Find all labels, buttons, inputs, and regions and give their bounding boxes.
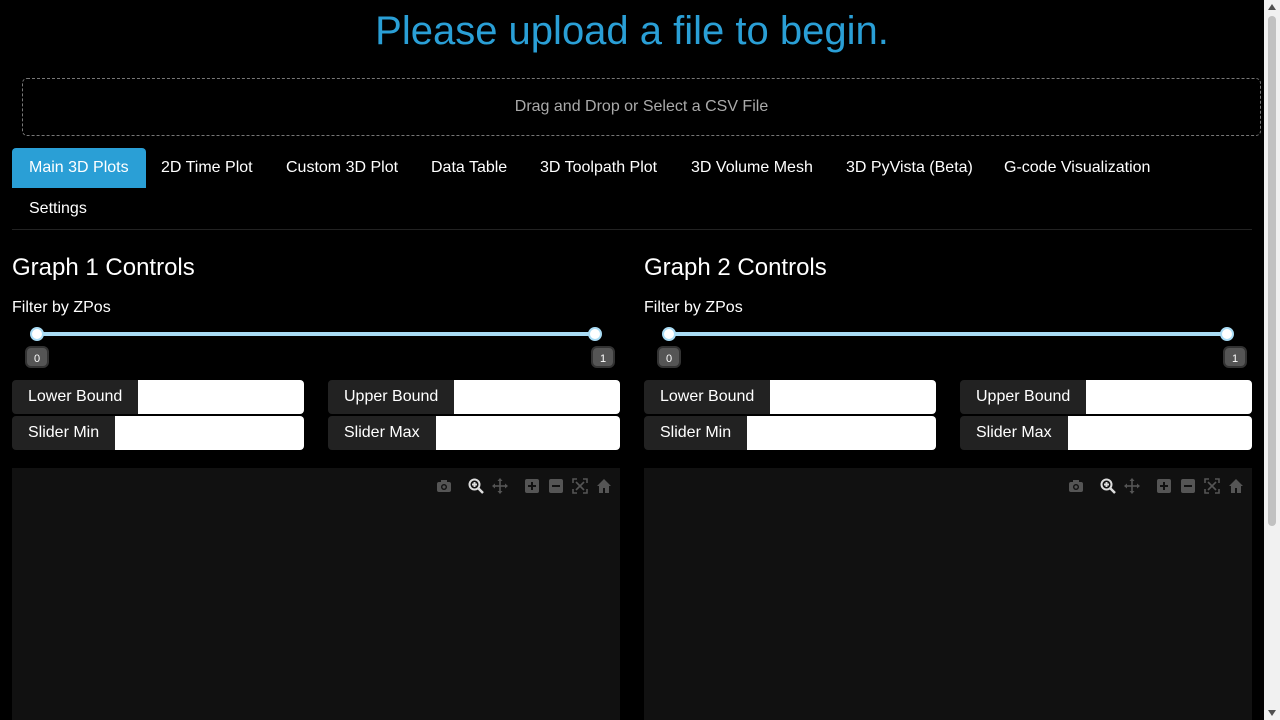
camera-icon[interactable]: [434, 476, 454, 496]
graph1-modebar: [434, 476, 614, 496]
graph1-upper-bound-group: Upper Bound: [328, 380, 620, 414]
upper-bound-label: Upper Bound: [960, 380, 1087, 414]
autoscale-icon[interactable]: [1202, 476, 1222, 496]
graph1-lower-bound-group: Lower Bound: [12, 380, 304, 414]
graph2-modebar: [1066, 476, 1246, 496]
tab-3d-toolpath-plot[interactable]: 3D Toolpath Plot: [523, 148, 674, 188]
slider-handle-high[interactable]: [1220, 327, 1234, 341]
zoom-in-icon[interactable]: [1154, 476, 1174, 496]
tab-main-3d-plots[interactable]: Main 3D Plots: [12, 148, 146, 188]
tab-divider: [12, 229, 1252, 230]
slider-min-label: Slider Min: [644, 416, 748, 450]
page-scrollbar[interactable]: [1264, 0, 1280, 720]
graph2-zpos-slider[interactable]: 0 1: [657, 322, 1247, 368]
slider-max-label: Slider Max: [960, 416, 1068, 450]
slider-tooltip-low: 0: [657, 346, 681, 368]
slider-min-label: Slider Min: [12, 416, 116, 450]
graph1-filter-label: Filter by ZPos: [12, 299, 111, 316]
graph1-upper-bound-input[interactable]: [454, 380, 620, 414]
graph2-upper-bound-input[interactable]: [1086, 380, 1252, 414]
autoscale-icon[interactable]: [570, 476, 590, 496]
graph1-plot[interactable]: [12, 468, 620, 720]
graph1-zpos-slider[interactable]: 0 1: [25, 322, 615, 368]
graph2-slider-max-input[interactable]: [1067, 416, 1252, 450]
graph2-plot[interactable]: [644, 468, 1252, 720]
slider-handle-high[interactable]: [588, 327, 602, 341]
graph2-heading: Graph 2 Controls: [644, 254, 827, 281]
scroll-down-icon[interactable]: [1264, 706, 1280, 720]
zoom-out-icon[interactable]: [1178, 476, 1198, 496]
graph2-lower-bound-group: Lower Bound: [644, 380, 936, 414]
graph1-slider-max-group: Slider Max: [328, 416, 620, 450]
slider-max-label: Slider Max: [328, 416, 436, 450]
pan-icon[interactable]: [1122, 476, 1142, 496]
pan-icon[interactable]: [490, 476, 510, 496]
graph2-slider-min-input[interactable]: [747, 416, 936, 450]
slider-handle-low[interactable]: [30, 327, 44, 341]
home-icon[interactable]: [594, 476, 614, 496]
slider-handle-low[interactable]: [662, 327, 676, 341]
zoom-out-icon[interactable]: [546, 476, 566, 496]
tab-settings[interactable]: Settings: [12, 189, 104, 229]
tab-3d-pyvista[interactable]: 3D PyVista (Beta): [829, 148, 990, 188]
home-icon[interactable]: [1226, 476, 1246, 496]
zoom-icon[interactable]: [466, 476, 486, 496]
slider-track: [36, 332, 596, 336]
lower-bound-label: Lower Bound: [12, 380, 139, 414]
graph2-filter-label: Filter by ZPos: [644, 299, 743, 316]
graph2-lower-bound-input[interactable]: [770, 380, 936, 414]
graph1-lower-bound-input[interactable]: [138, 380, 304, 414]
upper-bound-label: Upper Bound: [328, 380, 455, 414]
graph1-slider-min-group: Slider Min: [12, 416, 304, 450]
page-title: Please upload a file to begin.: [375, 9, 889, 53]
tab-3d-volume-mesh[interactable]: 3D Volume Mesh: [674, 148, 830, 188]
tab-data-table[interactable]: Data Table: [414, 148, 524, 188]
scrollbar-thumb[interactable]: [1268, 16, 1276, 526]
upload-dropzone[interactable]: Drag and Drop or Select a CSV File: [22, 78, 1261, 136]
slider-track: [668, 332, 1228, 336]
upload-label: Drag and Drop or Select a CSV File: [514, 98, 769, 115]
camera-icon[interactable]: [1066, 476, 1086, 496]
slider-tooltip-high: 1: [1223, 346, 1247, 368]
zoom-in-icon[interactable]: [522, 476, 542, 496]
graph1-slider-min-input[interactable]: [115, 416, 304, 450]
graph2-slider-min-group: Slider Min: [644, 416, 936, 450]
tab-custom-3d-plot[interactable]: Custom 3D Plot: [269, 148, 415, 188]
graph2-slider-max-group: Slider Max: [960, 416, 1252, 450]
graph2-upper-bound-group: Upper Bound: [960, 380, 1252, 414]
graph1-heading: Graph 1 Controls: [12, 254, 195, 281]
tab-2d-time-plot[interactable]: 2D Time Plot: [144, 148, 270, 188]
tab-gcode-visualization[interactable]: G-code Visualization: [987, 148, 1167, 188]
graph1-slider-max-input[interactable]: [435, 416, 620, 450]
slider-tooltip-low: 0: [25, 346, 49, 368]
scroll-up-icon[interactable]: [1264, 0, 1280, 14]
lower-bound-label: Lower Bound: [644, 380, 771, 414]
slider-tooltip-high: 1: [591, 346, 615, 368]
zoom-icon[interactable]: [1098, 476, 1118, 496]
